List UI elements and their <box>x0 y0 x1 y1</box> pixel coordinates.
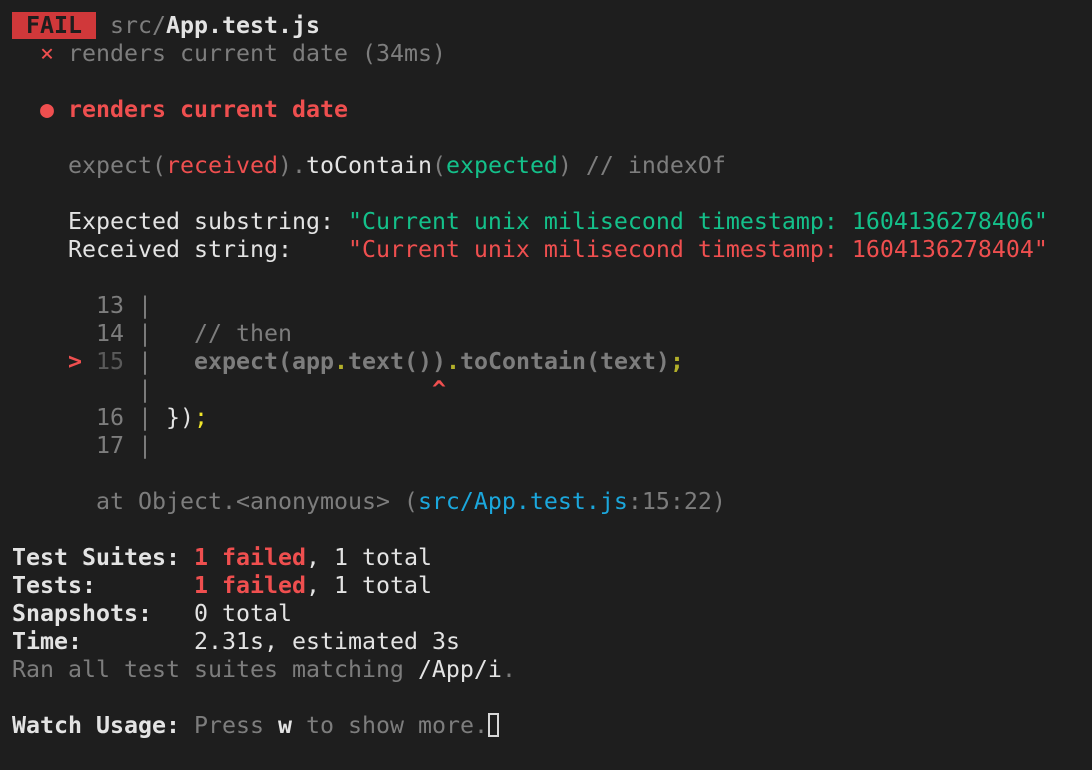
blank <box>12 264 1048 292</box>
terminal-cursor[interactable] <box>487 712 499 737</box>
summary-tests: Tests: 1 failed, 1 total <box>12 572 1048 600</box>
watch-text: Press <box>193 712 278 739</box>
line-number: 14 | <box>12 320 152 347</box>
matcher-part: ( <box>431 152 446 179</box>
code-punct: ; <box>193 404 208 431</box>
line-number: 15 <box>96 348 124 375</box>
blank <box>12 516 1048 544</box>
stack-text: at Object.<anonymous> ( <box>12 488 418 515</box>
summary-label: Snapshots: <box>12 600 194 627</box>
test-file-header: FAIL src/App.test.js <box>12 12 1048 40</box>
test-result-line: × renders current date (34ms) <box>12 40 1048 68</box>
watch-key[interactable]: w <box>278 712 292 739</box>
received-value: "Current unix milisecond timestamp: 1604… <box>347 236 1048 263</box>
total-count: , 1 total <box>305 544 432 571</box>
path-dir: src/ <box>96 12 166 39</box>
fail-x-icon: × <box>40 40 54 67</box>
code-text: }) <box>151 404 194 431</box>
watch-usage-prompt[interactable]: Watch Usage: Press w to show more. <box>12 712 1048 740</box>
summary-snapshots: Snapshots: 0 total <box>12 600 1048 628</box>
matcher-received: received <box>165 152 278 179</box>
total-count: , 1 total <box>305 572 432 599</box>
fail-badge: FAIL <box>12 12 96 39</box>
bullet-icon: ● <box>12 96 68 123</box>
code-punct: . <box>445 348 460 375</box>
blank <box>12 68 1048 96</box>
summary-label: Time: <box>12 628 194 655</box>
stack-trace: at Object.<anonymous> (src/App.test.js:1… <box>12 488 1048 516</box>
matcher-expected: expected <box>445 152 558 179</box>
matcher-part: ). <box>277 152 306 179</box>
summary-value: 2.31s, estimated 3s <box>193 628 460 655</box>
ran-pattern: /App/i <box>417 656 502 683</box>
failed-count: 1 failed <box>193 544 306 571</box>
code-punct: . <box>333 348 348 375</box>
matcher-method: toContain <box>305 152 432 179</box>
code-text: expect(app <box>194 348 334 375</box>
matcher-part: ) // indexOf <box>557 152 726 179</box>
expected-value: "Current unix milisecond timestamp: 1604… <box>347 208 1048 235</box>
error-marker-icon: > <box>12 348 96 375</box>
matcher-part: expect( <box>68 152 166 179</box>
gutter-bar: | <box>124 348 194 375</box>
watch-text: to show more. <box>291 712 488 739</box>
summary-label: Test Suites: <box>12 544 194 571</box>
stack-file-link[interactable]: src/App.test.js <box>418 488 628 515</box>
caret-line: | ^ <box>12 376 1048 404</box>
summary-suites: Test Suites: 1 failed, 1 total <box>12 544 1048 572</box>
path-file: App.test.js <box>166 12 320 39</box>
code-line-13: 13 | <box>12 292 152 319</box>
code-line-15: > 15 | expect(app.text()).toContain(text… <box>12 348 1048 376</box>
matcher-hint: expect(received).toContain(expected) // … <box>12 152 1048 180</box>
code-punct: ; <box>669 348 684 375</box>
caret-icon: ^ <box>431 376 446 403</box>
terminal-output: FAIL src/App.test.js × renders current d… <box>12 12 1048 740</box>
received-line: Received string: "Current unix milisecon… <box>12 236 1048 264</box>
expected-line: Expected substring: "Current unix milise… <box>12 208 1048 236</box>
ran-end: . <box>501 656 516 683</box>
blank <box>12 124 1048 152</box>
code-text: text()) <box>347 348 446 375</box>
code-line-14: 14 | // then <box>12 320 1048 348</box>
stack-location: :15:22) <box>627 488 726 515</box>
summary-value: 0 total <box>193 600 292 627</box>
test-result-label: renders current date (34ms) <box>54 40 446 67</box>
line-number: 16 | <box>12 404 152 431</box>
summary-label: Tests: <box>12 572 194 599</box>
blank <box>12 460 1048 488</box>
code-line-17: 17 | <box>12 432 152 459</box>
code-text: // then <box>151 320 292 347</box>
blank <box>12 684 1048 712</box>
expected-label: Expected substring: <box>12 208 348 235</box>
failure-title: ● renders current date <box>12 96 1048 124</box>
blank <box>12 180 1048 208</box>
gutter-bar: | <box>12 376 432 403</box>
code-text: toContain(text) <box>459 348 670 375</box>
summary-time: Time: 2.31s, estimated 3s <box>12 628 1048 656</box>
failed-count: 1 failed <box>193 572 306 599</box>
failure-title-text: renders current date <box>68 96 348 123</box>
received-label: Received string: <box>12 236 348 263</box>
code-line-16: 16 | }); <box>12 404 1048 432</box>
ran-line: Ran all test suites matching /App/i. <box>12 656 1048 684</box>
ran-text: Ran all test suites matching <box>12 656 418 683</box>
watch-label: Watch Usage: <box>12 712 194 739</box>
